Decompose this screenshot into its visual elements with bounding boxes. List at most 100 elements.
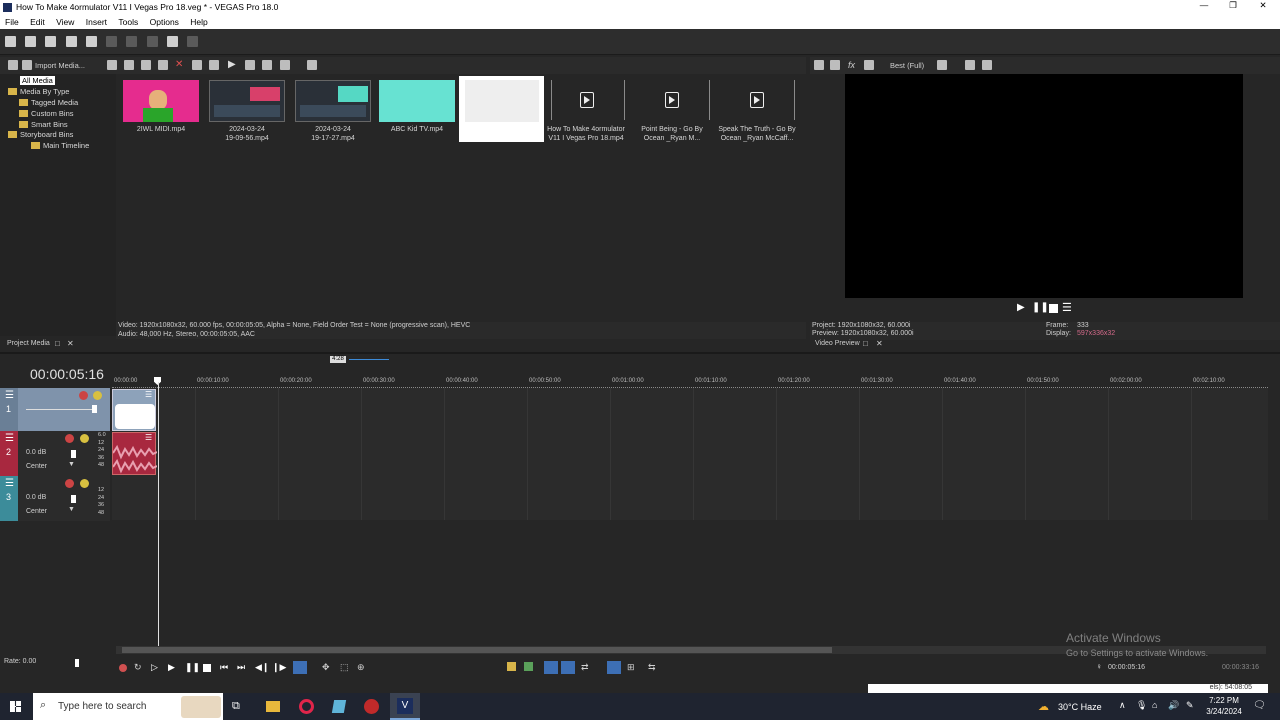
task-view-icon[interactable]: ⧉	[232, 700, 240, 713]
menu-icon[interactable]: ☰	[1062, 301, 1072, 314]
marker-icon[interactable]	[507, 662, 516, 671]
windows-start-icon[interactable]	[10, 701, 21, 712]
time-ruler[interactable]: 00:00:00 00:00:10:00 00:00:20:00 00:00:30:0…	[112, 376, 1268, 388]
save-snapshot-icon[interactable]	[982, 60, 992, 70]
bin-tagged-media[interactable]: Tagged Media	[19, 98, 78, 107]
copy-icon[interactable]	[126, 36, 138, 47]
undock-icon[interactable]: □	[863, 339, 868, 348]
solo-icon[interactable]	[80, 434, 89, 443]
stop-icon[interactable]	[1049, 304, 1058, 313]
solo-icon[interactable]	[93, 391, 102, 400]
bin-media-by-type[interactable]: Media By Type	[8, 87, 69, 96]
slider-handle[interactable]	[92, 405, 97, 413]
stop-icon[interactable]	[245, 60, 255, 70]
pause-icon[interactable]: ❚❚	[1032, 302, 1049, 313]
opera-icon[interactable]	[299, 699, 314, 714]
pen-icon[interactable]: ✎	[1186, 700, 1194, 711]
mute-icon[interactable]	[65, 434, 74, 443]
mute-icon[interactable]	[65, 479, 74, 488]
video-clip[interactable]: ☰	[112, 389, 156, 431]
import-media-button[interactable]: Import Media...	[35, 61, 85, 70]
menu-help[interactable]: Help	[190, 15, 207, 29]
tab-video-preview[interactable]: Video Preview	[815, 340, 860, 347]
play-icon[interactable]: ▶	[228, 59, 236, 70]
open-icon[interactable]	[25, 36, 37, 47]
view-mode-icon[interactable]	[280, 60, 290, 70]
taskbar-search[interactable]: ⌕ Type here to search	[33, 693, 223, 720]
properties-icon[interactable]	[85, 36, 97, 47]
external-monitor-icon[interactable]	[830, 60, 840, 70]
track-menu-icon[interactable]: ☰	[5, 433, 14, 444]
menu-edit[interactable]: Edit	[30, 15, 45, 29]
play-icon[interactable]: ▶	[168, 662, 175, 673]
composite-level-slider[interactable]	[26, 409, 94, 410]
volume-slider[interactable]	[71, 450, 76, 458]
notepad-icon[interactable]	[331, 700, 347, 713]
volume-slider[interactable]	[71, 495, 76, 503]
audio-clip[interactable]: ☰	[112, 432, 157, 475]
paste-icon[interactable]	[146, 36, 158, 47]
media-file-icon[interactable]	[750, 92, 764, 108]
maximize-button[interactable]: ❐	[1225, 0, 1241, 11]
remove-unused-icon[interactable]	[158, 60, 168, 70]
fx-icon[interactable]: fx	[848, 60, 855, 70]
media-thumb-2[interactable]	[209, 80, 285, 122]
close-tab-icon[interactable]: ✕	[876, 339, 883, 348]
media-app-icon[interactable]	[364, 699, 379, 714]
redo-icon[interactable]	[187, 36, 199, 47]
zoom-icon[interactable]	[307, 60, 317, 70]
menu-view[interactable]: View	[56, 15, 74, 29]
media-file-icon[interactable]	[580, 92, 594, 108]
record-icon[interactable]	[119, 664, 127, 672]
volume-icon[interactable]: 🔊	[1168, 700, 1179, 711]
split-icon[interactable]: ⇆	[648, 662, 656, 673]
clip-menu-icon[interactable]: ☰	[145, 433, 152, 442]
copy-snapshot-icon[interactable]	[965, 60, 975, 70]
track-header-video-1[interactable]: ☰ 1	[0, 388, 110, 431]
bin-all-media[interactable]: All Media	[20, 76, 55, 85]
clock-date[interactable]: 3/24/2024	[1204, 707, 1244, 716]
auto-ripple-icon[interactable]: ⇄	[581, 662, 589, 673]
import-media-icon[interactable]	[22, 60, 32, 70]
ignore-grouping-icon[interactable]: ⊞	[627, 662, 635, 673]
menu-tools[interactable]: Tools	[118, 15, 138, 29]
file-explorer-icon[interactable]	[266, 701, 280, 712]
loop-playback-icon[interactable]: ↻	[134, 662, 142, 673]
rate-slider[interactable]	[75, 659, 79, 667]
go-to-start-icon[interactable]: ⏮	[220, 662, 228, 673]
save-as-icon[interactable]	[65, 36, 77, 47]
minimize-button[interactable]: —	[1196, 0, 1212, 10]
bin-smart-bins[interactable]: Smart Bins	[19, 120, 68, 129]
track-header-audio-3[interactable]: ☰ 3 0.0 dB Center ▼	[0, 476, 110, 521]
previous-frame-icon[interactable]: ◀❙	[255, 662, 269, 673]
pause-icon[interactable]: ❚❚	[185, 662, 200, 673]
save-icon[interactable]	[45, 36, 57, 47]
timeline-empty-area[interactable]	[112, 520, 1268, 646]
close-tab-icon[interactable]: ✕	[67, 339, 74, 348]
menu-options[interactable]: Options	[150, 15, 179, 29]
go-to-end-icon[interactable]: ⏭	[237, 662, 245, 673]
zoom-tool-icon[interactable]: ⊕	[357, 662, 365, 673]
new-icon[interactable]	[5, 36, 16, 47]
solo-icon[interactable]	[80, 479, 89, 488]
loop-region-marker[interactable]: 4:28	[330, 356, 346, 363]
track-menu-icon[interactable]: ☰	[5, 478, 14, 489]
loop-icon[interactable]	[262, 60, 272, 70]
panel-divider[interactable]	[0, 352, 1280, 354]
media-item-selected[interactable]	[459, 76, 544, 142]
preview-quality-select[interactable]: Best (Full)	[890, 61, 924, 70]
media-thumb-1[interactable]	[123, 80, 199, 122]
stop-icon[interactable]	[203, 664, 211, 672]
play-from-start-icon[interactable]: ▷	[151, 662, 158, 673]
clip-menu-icon[interactable]: ☰	[145, 390, 152, 399]
pan-dropdown-icon[interactable]: ▼	[68, 461, 75, 468]
delete-icon[interactable]: ✕	[175, 59, 183, 70]
microphone-icon[interactable]: 🎙	[1136, 700, 1147, 711]
auto-preview-icon[interactable]	[209, 60, 219, 70]
pan-dropdown-icon[interactable]: ▼	[68, 506, 75, 513]
undock-icon[interactable]: □	[55, 339, 60, 348]
track-menu-icon[interactable]: ☰	[5, 390, 14, 401]
settings-icon[interactable]	[814, 60, 824, 70]
tab-project-media[interactable]: Project Media	[7, 340, 50, 347]
cut-icon[interactable]	[106, 36, 118, 47]
